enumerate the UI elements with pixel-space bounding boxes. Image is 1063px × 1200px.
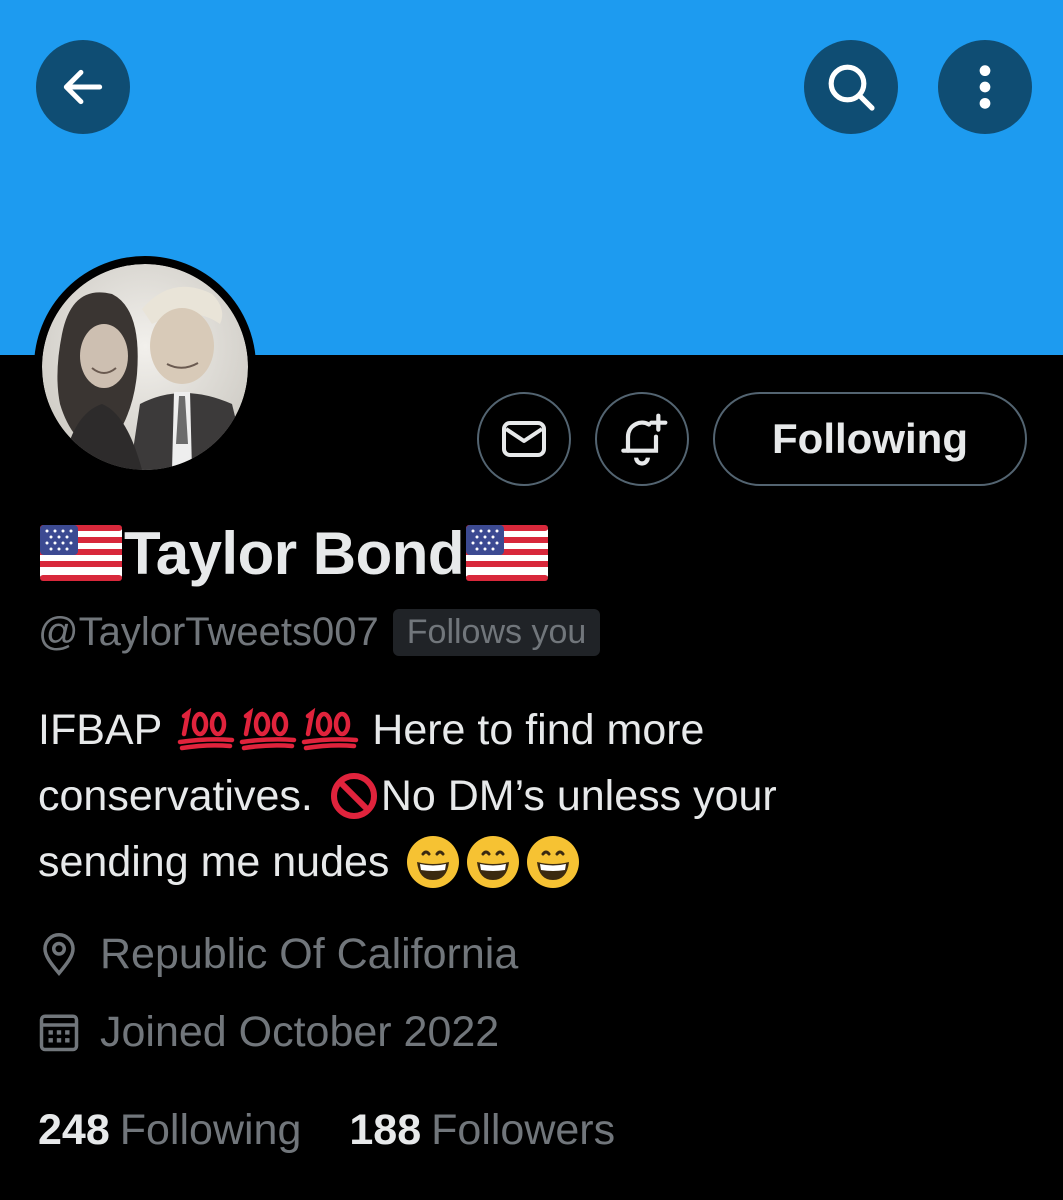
us-flag-icon — [40, 525, 122, 581]
bio-text: IFBAP — [38, 706, 163, 754]
followers-stat-label: Followers — [431, 1105, 616, 1154]
bio-text: conservatives. — [38, 772, 313, 820]
handle-row: @TaylorTweets007 Follows you — [38, 607, 601, 657]
arrow-left-icon — [63, 69, 103, 105]
joined-text: Joined October 2022 — [100, 1007, 500, 1056]
search-button[interactable] — [804, 40, 898, 134]
more-vertical-icon — [979, 65, 991, 109]
location-pin-icon — [43, 933, 75, 976]
display-name-text: Taylor Bond — [124, 519, 465, 587]
bio: IFBAP Here to find more conservatives. N… — [38, 697, 998, 895]
us-flag-icon — [466, 525, 549, 581]
grinning-face-icon — [527, 836, 580, 888]
notifications-button[interactable] — [595, 392, 689, 486]
location-row: Republic Of California — [38, 926, 518, 982]
follow-stats: 248 Following 188 Followers — [38, 1102, 615, 1158]
envelope-icon — [502, 421, 546, 457]
following-button[interactable]: Following — [713, 392, 1027, 486]
grinning-face-icon — [407, 836, 460, 888]
user-handle: @TaylorTweets007 — [38, 609, 379, 654]
grinning-face-icon — [467, 836, 520, 888]
bio-text: sending me nudes — [38, 838, 390, 886]
back-button[interactable] — [36, 40, 130, 134]
display-name: Taylor Bond — [38, 518, 550, 588]
avatar-photo — [42, 264, 248, 470]
hundred-points-icon — [178, 708, 359, 751]
followers-stat[interactable]: 188 Followers — [349, 1106, 615, 1155]
calendar-icon — [39, 1014, 79, 1052]
bell-plus-icon — [621, 413, 668, 466]
avatar[interactable] — [34, 256, 256, 478]
follows-you-badge: Follows you — [392, 608, 601, 656]
bio-text: Here to find more — [372, 706, 705, 754]
search-icon — [828, 64, 875, 111]
following-stat[interactable]: 248 Following — [38, 1106, 301, 1155]
location-text: Republic Of California — [100, 929, 519, 978]
following-button-label: Following — [772, 415, 968, 462]
grinning-emojis — [405, 834, 581, 890]
prohibited-icon — [330, 773, 377, 819]
following-count: 248 — [38, 1105, 110, 1154]
message-button[interactable] — [477, 392, 571, 486]
following-stat-label: Following — [119, 1105, 302, 1154]
more-options-button[interactable] — [938, 40, 1032, 134]
bio-line-3: sending me nudes — [38, 829, 998, 895]
bio-text: No DM’s unless your — [380, 772, 777, 820]
bio-line-2: conservatives. No DM’s unless your — [38, 763, 998, 829]
followers-count: 188 — [349, 1105, 422, 1154]
joined-row: Joined October 2022 — [38, 1004, 499, 1060]
bio-line-1: IFBAP Here to find more — [38, 697, 998, 763]
